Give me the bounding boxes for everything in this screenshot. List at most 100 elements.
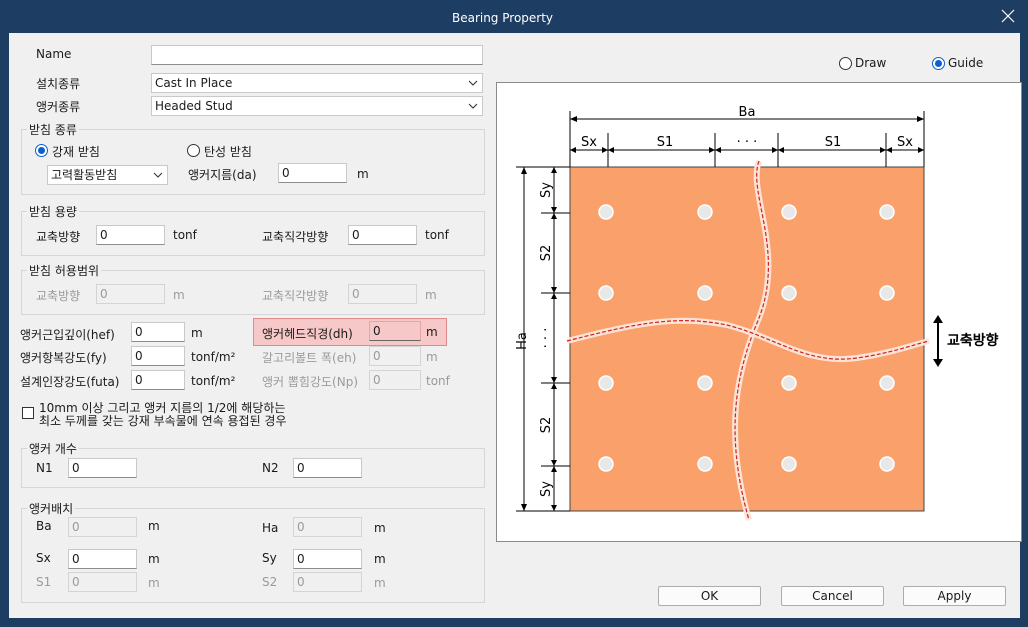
install-type-value: Cast In Place	[155, 76, 233, 90]
anchor-type-label: 앵커종류	[36, 100, 81, 114]
tolerance-axial-input: 0	[96, 284, 165, 304]
base-plate	[569, 166, 925, 512]
ba-label: Ba	[36, 519, 52, 533]
capacity-axial-label: 교축방향	[36, 230, 81, 244]
direction-label: 교축방향	[947, 332, 999, 349]
sy-dim-label-top: Sy	[539, 182, 554, 198]
cancel-button[interactable]: Cancel	[781, 586, 884, 606]
n1-input[interactable]: 0	[68, 458, 137, 478]
n1-label: N1	[36, 461, 53, 475]
dh-input[interactable]: 0	[369, 321, 421, 341]
chevron-down-icon	[468, 80, 478, 86]
fy-label: 앵커항복강도(fy)	[20, 351, 107, 365]
futa-unit: tonf/m²	[191, 374, 236, 388]
apply-button[interactable]: Apply	[903, 586, 1006, 606]
capacity-trans-label: 교축직각방향	[262, 230, 329, 244]
fy-unit: tonf/m²	[191, 350, 236, 364]
ha-unit: m	[374, 521, 386, 535]
tolerance-title: 받침 허용범위	[27, 262, 102, 279]
eh-label: 갈고리볼트 폭(eh)	[262, 351, 357, 365]
s1-dim-label-left: S1	[657, 135, 674, 150]
tolerance-trans-unit: m	[425, 288, 437, 302]
dots-dim-label-left: · · ·	[539, 328, 554, 349]
bearing-property-window: Bearing Property Name 설치종류 Cast In Place…	[0, 0, 1028, 627]
weld-checkbox[interactable]	[22, 407, 34, 419]
ba-dim-label: Ba	[739, 105, 756, 120]
s2-dim-label-bottom: S2	[539, 417, 554, 434]
sy-unit: m	[374, 552, 386, 566]
ha-input: 0	[293, 517, 362, 537]
eh-unit: m	[426, 350, 438, 364]
s1-label: S1	[36, 575, 52, 589]
ba-unit: m	[148, 519, 160, 533]
install-type-label: 설치종류	[36, 77, 81, 91]
n2-input[interactable]: 0	[293, 458, 362, 478]
elastic-bearing-label: 탄성 받침	[204, 145, 252, 159]
tolerance-axial-label: 교축방향	[36, 289, 81, 303]
np-label: 앵커 뽑힘강도(Np)	[262, 375, 359, 389]
dialog-client: Name 설치종류 Cast In Place 앵커종류 Headed Stud…	[9, 33, 1022, 618]
s2-dim-label-top: S2	[539, 245, 554, 262]
s1-input: 0	[68, 572, 137, 592]
ha-label: Ha	[262, 521, 279, 535]
ha-dim-label: Ha	[515, 332, 530, 350]
fy-input[interactable]: 0	[131, 346, 185, 366]
s1-unit: m	[148, 576, 160, 590]
capacity-title: 받침 용량	[27, 203, 79, 220]
s2-unit: m	[374, 576, 386, 590]
capacity-trans-unit: tonf	[425, 228, 449, 242]
bearing-type-title: 받침 종류	[27, 121, 79, 138]
tolerance-trans-label: 교축직각방향	[262, 289, 329, 303]
draw-label: Draw	[855, 56, 887, 70]
close-icon[interactable]	[1001, 9, 1015, 23]
sx-unit: m	[148, 552, 160, 566]
ba-input: 0	[68, 517, 137, 537]
sx-dim-label-left: Sx	[581, 135, 597, 150]
s2-label: S2	[262, 575, 278, 589]
sy-dim-label-bottom: Sy	[539, 481, 554, 497]
sy-label: Sy	[262, 551, 277, 565]
anchor-dia-input[interactable]: 0	[278, 163, 347, 183]
install-type-select[interactable]: Cast In Place	[151, 73, 483, 93]
hef-input[interactable]: 0	[131, 322, 185, 342]
window-title: Bearing Property	[451, 11, 554, 25]
guide-radio[interactable]	[932, 57, 945, 70]
capacity-axial-unit: tonf	[173, 228, 197, 242]
s1-dim-label-right: S1	[825, 135, 842, 150]
np-input: 0	[369, 370, 421, 390]
futa-input[interactable]: 0	[131, 370, 185, 390]
s2-input: 0	[293, 572, 362, 592]
anchor-layout-title: 앵커배치	[27, 500, 76, 517]
tolerance-axial-unit: m	[173, 288, 185, 302]
ok-button[interactable]: OK	[658, 586, 761, 606]
futa-label: 설계인장강도(futa)	[20, 375, 120, 389]
anchor-count-title: 앵커 개수	[27, 440, 79, 457]
steel-bearing-radio[interactable]	[35, 144, 48, 157]
guide-label: Guide	[948, 56, 984, 70]
anchor-dia-unit: m	[357, 167, 369, 181]
dh-label: 앵커헤드직경(dh)	[262, 327, 353, 341]
bearing-subtype-select[interactable]: 고력활동받침	[47, 165, 168, 185]
name-input[interactable]	[151, 45, 483, 65]
weld-check-line2: 최소 두께를 갖는 강재 부속물에 연속 용접된 경우	[39, 414, 287, 428]
sx-dim-label-right: Sx	[897, 135, 913, 150]
steel-bearing-label: 강재 받침	[52, 145, 100, 159]
tolerance-trans-input: 0	[348, 284, 417, 304]
bearing-diagram: Ba Sx S1 · · · S1 Sx Ha Sy S2 · · · S2 S…	[515, 105, 999, 521]
draw-radio[interactable]	[839, 57, 852, 70]
chevron-down-icon	[153, 172, 163, 178]
capacity-axial-input[interactable]: 0	[96, 225, 165, 245]
bearing-type-group	[21, 129, 485, 195]
bearing-subtype-value: 고력활동받침	[51, 168, 118, 182]
chevron-down-icon	[468, 103, 478, 109]
name-label: Name	[36, 47, 72, 61]
anchor-type-value: Headed Stud	[155, 99, 233, 113]
anchor-dia-label: 앵커지름(da)	[188, 168, 257, 182]
elastic-bearing-radio[interactable]	[187, 144, 200, 157]
np-unit: tonf	[426, 374, 450, 388]
sx-input[interactable]: 0	[68, 549, 137, 569]
capacity-trans-input[interactable]: 0	[348, 225, 417, 245]
sy-input[interactable]: 0	[293, 549, 362, 569]
anchor-type-select[interactable]: Headed Stud	[151, 96, 483, 116]
n2-label: N2	[262, 461, 279, 475]
